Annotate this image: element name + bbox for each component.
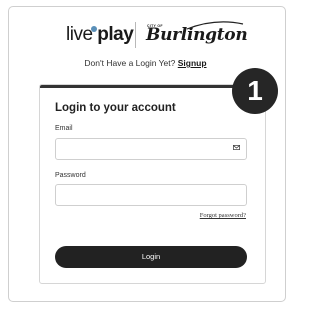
logo-dot-icon [91,26,97,32]
liveplay-logo: live play [66,24,134,45]
forgot-password-link[interactable]: Forgot password? [200,212,246,219]
signup-prompt-text: Don't Have a Login Yet? [84,58,176,68]
email-label: Email [55,125,73,132]
signup-prompt: Don't Have a Login Yet? Signup [0,58,291,68]
password-label: Password [55,172,86,179]
logo-divider [135,22,136,48]
login-card: Login to your account Email Password For… [39,84,266,284]
envelope-icon [233,145,240,150]
step-badge: 1 [232,68,278,114]
login-title: Login to your account [55,102,176,114]
login-button[interactable]: Login [55,246,247,268]
password-field[interactable] [55,184,247,206]
brand-logo: live play CITY OF Burlington [0,20,291,50]
signup-link[interactable]: Signup [178,58,207,68]
email-field[interactable] [55,138,247,160]
swoosh-icon [186,21,244,30]
